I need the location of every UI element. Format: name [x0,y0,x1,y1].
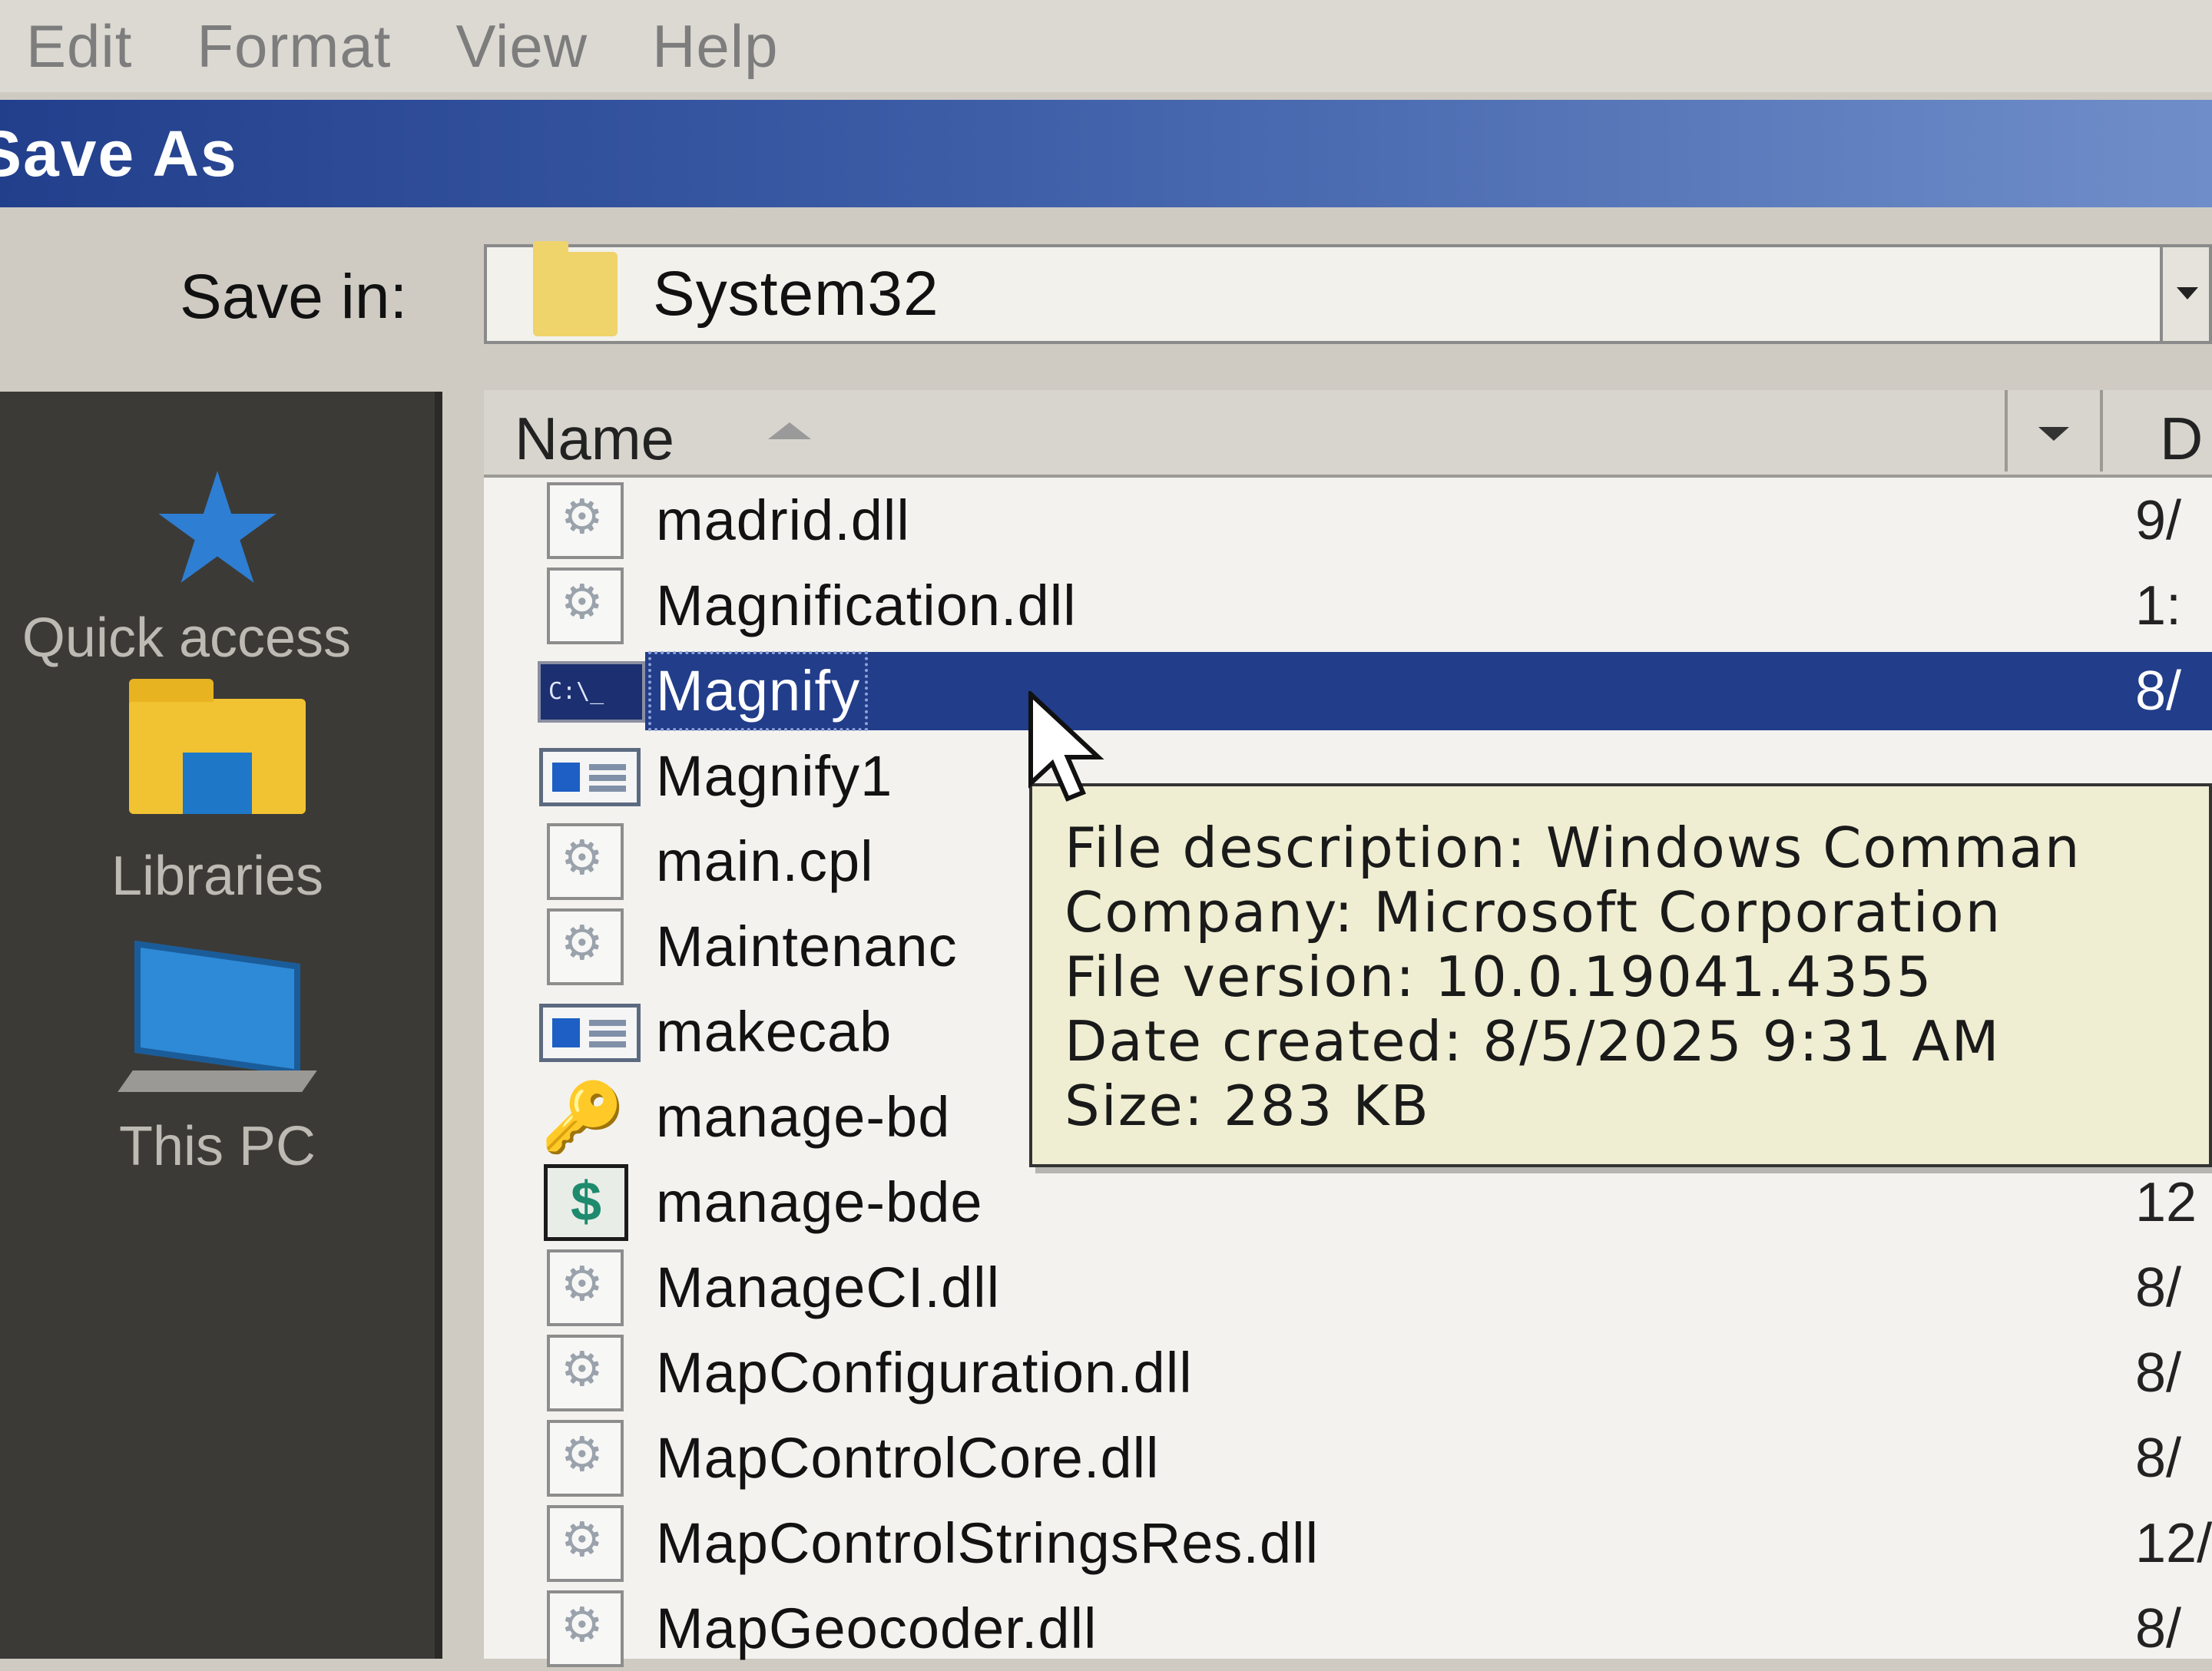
dll-file-icon [547,1420,624,1497]
menu-bar: Edit Format View Help [0,0,2212,92]
dll-file-icon [547,823,624,900]
file-date: 8/ [2135,1342,2182,1404]
menu-edit[interactable]: Edit [0,12,171,81]
file-date: 12/ [2135,1513,2212,1574]
dll-file-icon [547,567,624,644]
file-name: Magnify [647,651,869,731]
menu-help[interactable]: Help [626,12,816,81]
menu-format[interactable]: Format [171,12,429,81]
application-icon [539,1004,641,1062]
sidebar-item-libraries[interactable]: Libraries [0,679,435,908]
table-row[interactable]: MapControlCore.dll 8/ [484,1416,2212,1501]
dialog-titlebar[interactable]: Save As [0,100,2212,207]
star-icon: ★ [148,444,286,615]
computer-icon [134,940,300,1077]
dll-file-icon [547,482,624,559]
file-date: 8/ [2135,1598,2182,1659]
file-name: Maintenanc [656,915,958,978]
table-row[interactable]: MapControlStringsRes.dll 12/ [484,1501,2212,1586]
dll-file-icon [547,1335,624,1411]
sidebar-item-this-pc[interactable]: This PC [0,940,435,1178]
libraries-icon [129,679,306,814]
dll-file-icon [547,1249,624,1326]
table-row[interactable]: MapConfiguration.dll 8/ [484,1331,2212,1415]
tooltip-size: Size: 283 KB [1065,1074,1430,1138]
table-row[interactable]: ManageCI.dll 8/ [484,1246,2212,1330]
sidebar-item-label: Libraries [111,845,324,907]
column-filter-dropdown[interactable] [2005,390,2103,472]
folder-icon [533,241,618,336]
file-date: 8/ [2135,1257,2182,1319]
file-name: Magnification.dll [656,574,1077,637]
menu-view[interactable]: View [429,12,626,81]
table-row[interactable]: madrid.dll 9/ [484,478,2212,563]
selection-highlight [645,652,2212,730]
file-date: 8/ [2135,1428,2182,1489]
save-in-value: System32 [653,259,939,329]
file-name: MapControlCore.dll [656,1426,1160,1490]
tooltip-created: Date created: 8/5/2025 9:31 AM [1065,1009,2001,1074]
column-header: Name D [484,390,2212,478]
file-name: MapGeocoder.dll [656,1597,1098,1660]
tooltip-description: File description: Windows Comman [1065,816,2081,880]
file-name: madrid.dll [656,488,910,552]
table-row[interactable]: $ manage-bde 12 [484,1160,2212,1245]
sidebar-item-label: This PC [118,1116,316,1177]
file-name: ManageCI.dll [656,1256,1001,1319]
tooltip-version: File version: 10.0.19041.4355 [1065,945,1933,1009]
dll-file-icon [547,908,624,985]
column-name-header[interactable]: Name [515,404,674,474]
places-sidebar: ★ Quick access Libraries This PC [0,392,442,1659]
computer-base [118,1070,317,1092]
dialog-title: Save As [0,117,238,190]
application-icon [539,748,641,806]
file-name: makecab [656,1000,892,1064]
dll-file-icon [547,1505,624,1582]
file-name: Magnify1 [656,744,893,808]
file-tooltip: File description: Windows Comman Company… [1029,783,2212,1167]
command-prompt-icon: C:\_ [538,661,645,723]
file-name: manage-bd [656,1085,951,1149]
chevron-down-icon[interactable] [2160,247,2209,341]
file-name: MapControlStringsRes.dll [656,1511,1320,1575]
file-name: MapConfiguration.dll [656,1341,1193,1405]
table-row[interactable]: Magnification.dll 1: [484,564,2212,648]
save-in-dropdown[interactable]: System32 [484,241,2212,344]
file-date: 8/ [2135,660,2182,722]
table-row-selected[interactable]: C:\_ Magnify 8/ [484,649,2212,733]
sort-ascending-icon [768,422,811,439]
bitlocker-icon: $ [544,1164,628,1241]
tooltip-company: Company: Microsoft Corporation [1065,880,2002,945]
mouse-pointer-icon [1028,691,1104,802]
file-name: main.cpl [656,829,874,893]
sidebar-item-quick-access[interactable]: ★ Quick access [0,453,435,670]
column-date-header[interactable]: D [2160,404,2203,474]
save-in-label: Save in: [180,262,408,332]
file-date: 12 [2135,1172,2197,1233]
dll-file-icon [547,1590,624,1667]
file-name: manage-bde [656,1170,983,1234]
file-date: 1: [2135,575,2182,637]
sidebar-item-label: Quick access [22,607,352,669]
file-date: 9/ [2135,490,2182,551]
lock-key-icon: 🔑 [541,1079,625,1155]
